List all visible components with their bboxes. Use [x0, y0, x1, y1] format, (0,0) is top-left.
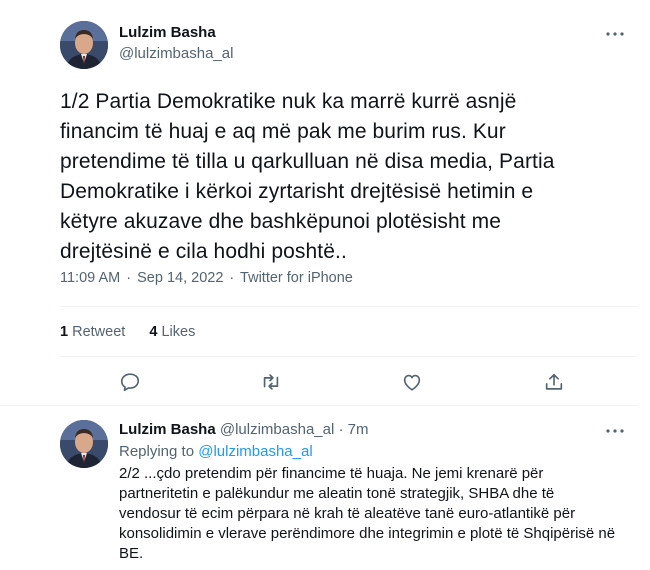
likes-stat[interactable]: 4 Likes [149, 324, 195, 340]
author-name[interactable]: Lulzim Basha [119, 421, 216, 438]
share-icon[interactable] [543, 371, 565, 393]
reply-time[interactable]: 7m [348, 421, 369, 438]
reply-icon[interactable] [119, 371, 141, 393]
likes-label: Likes [161, 324, 196, 340]
meta-dot: · [126, 270, 132, 286]
meta-dot-2: · [229, 270, 235, 286]
avatar[interactable] [60, 21, 108, 69]
tweet-time[interactable]: 11:09 AM [60, 270, 120, 286]
divider [60, 356, 637, 357]
like-icon[interactable] [401, 371, 423, 393]
tweet-meta: 11:09 AM · Sep 14, 2022 · Twitter for iP… [60, 270, 355, 286]
author-handle[interactable]: @lulzimbasha_al [119, 45, 233, 62]
more-icon[interactable] [603, 423, 627, 439]
likes-count: 4 [149, 324, 158, 340]
tweet-stats: 1 Retweet 4 Likes [60, 324, 195, 340]
tweet-source[interactable]: Twitter for iPhone [240, 270, 353, 286]
header-dot: · [338, 421, 344, 438]
retweet-icon[interactable] [260, 371, 282, 393]
retweets-stat[interactable]: 1 Retweet [60, 324, 129, 340]
author-handle[interactable]: @lulzimbasha_al [220, 421, 334, 438]
replying-to-label: Replying to [119, 443, 195, 460]
tweet-text: 1/2 Partia Demokratike nuk ka marrë kurr… [60, 90, 555, 263]
reply-header: Lulzim Basha @lulzimbasha_al · 7m [119, 421, 369, 438]
avatar[interactable] [60, 420, 108, 468]
more-icon[interactable] [603, 26, 627, 42]
main-tweet: Lulzim Basha @lulzimbasha_al 1/2 Partia … [0, 0, 637, 405]
reply-text: 2/2 ...çdo pretendim për financime të hu… [119, 465, 616, 562]
retweets-count: 1 [60, 324, 69, 340]
author-name[interactable]: Lulzim Basha [119, 24, 216, 41]
retweets-label: Retweet [72, 324, 126, 340]
reply-tweet[interactable]: Lulzim Basha @lulzimbasha_al · 7m Replyi… [0, 406, 637, 570]
replying-to: Replying to @lulzimbasha_al [119, 443, 313, 460]
tweet-date[interactable]: Sep 14, 2022 [137, 270, 223, 286]
divider [60, 306, 637, 307]
replying-to-handle[interactable]: @lulzimbasha_al [198, 443, 312, 460]
